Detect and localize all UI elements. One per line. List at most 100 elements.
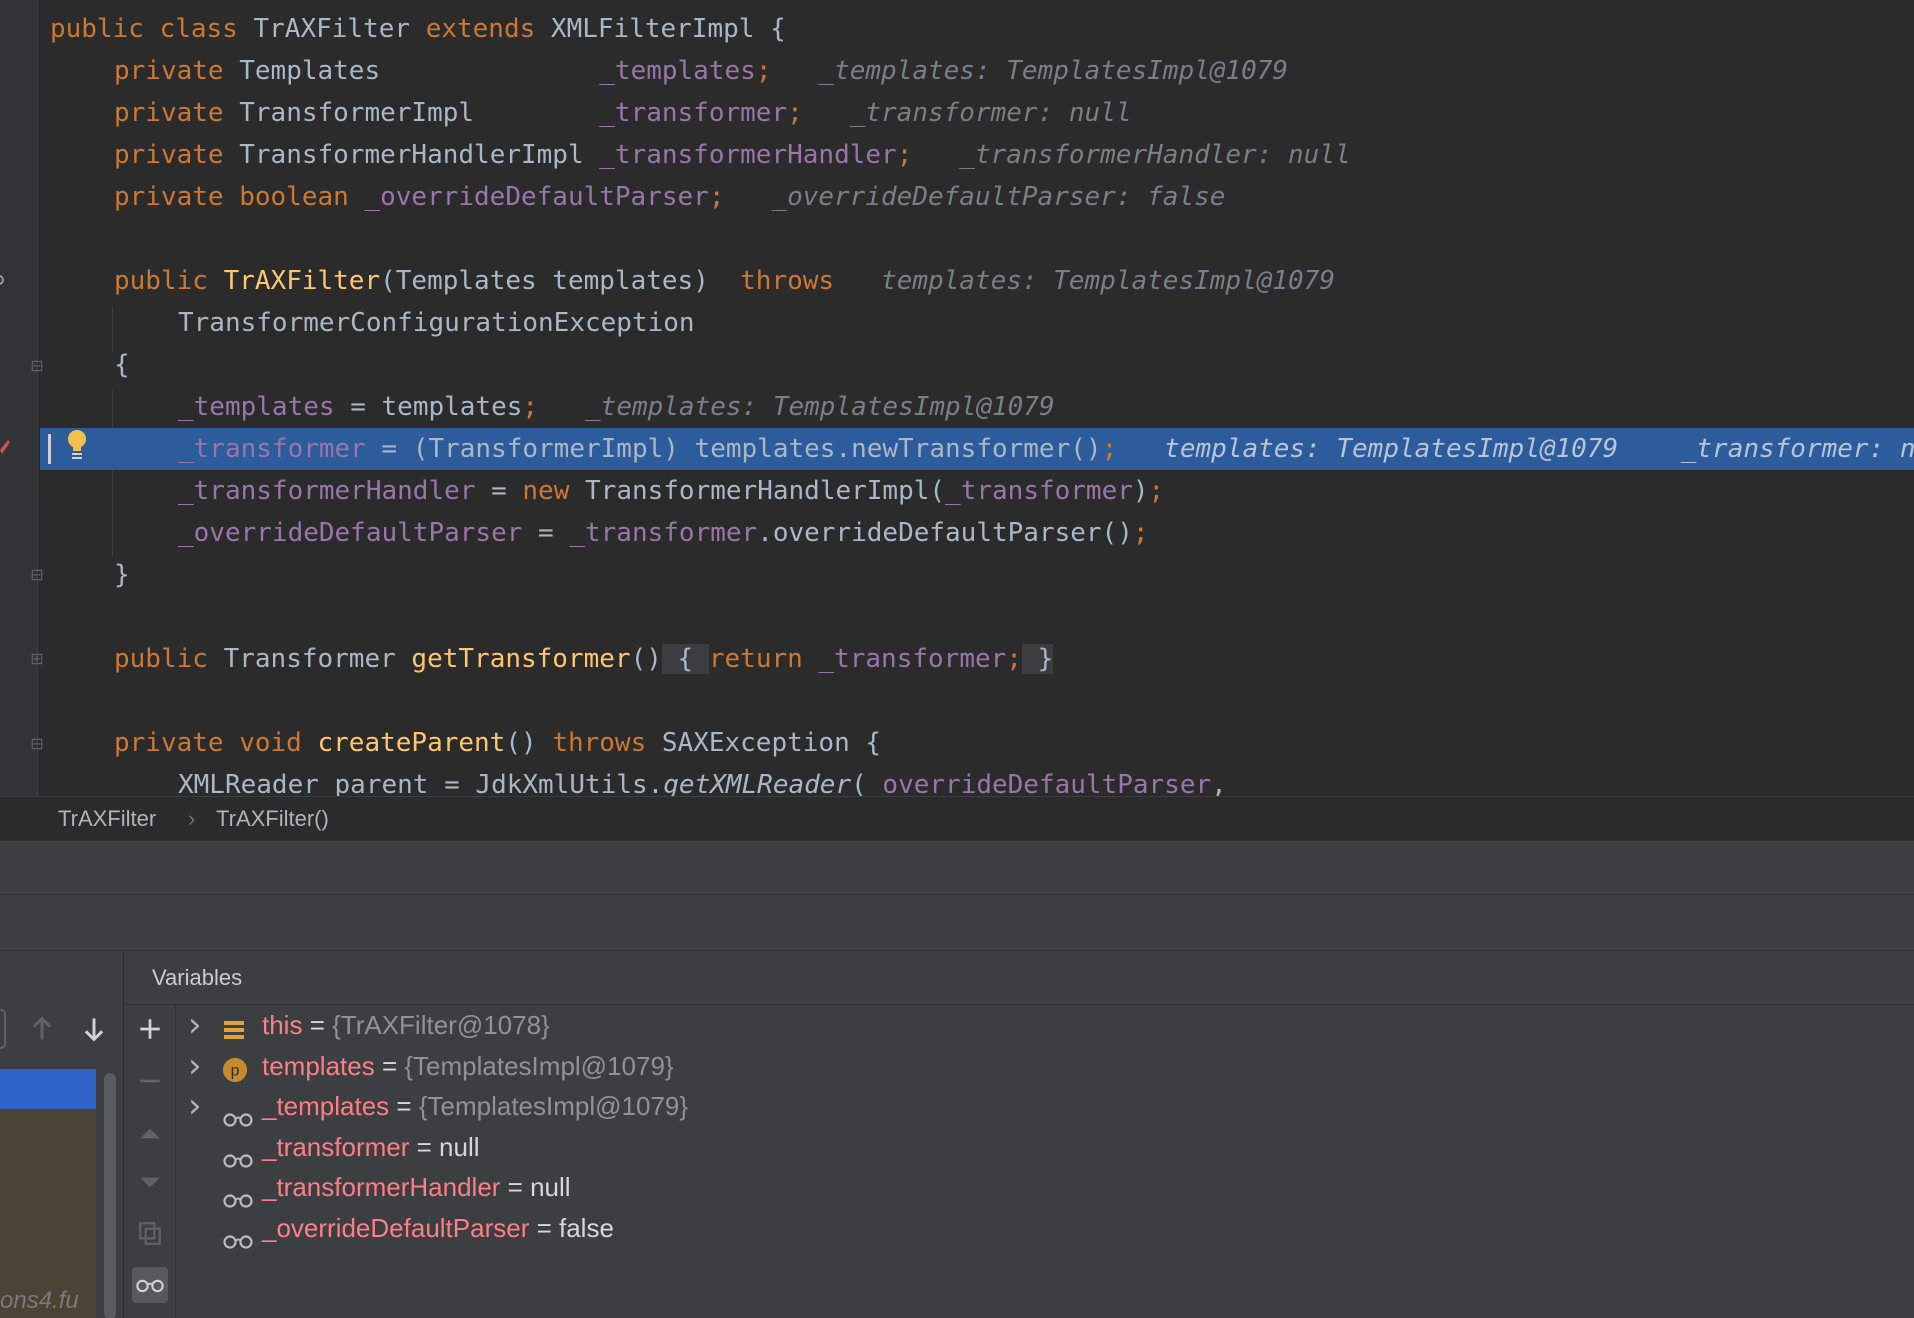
code-line[interactable]: public Transformer getTransformer() { re… (0, 638, 1914, 680)
code-token: ; (1132, 518, 1149, 548)
code-token: XMLReader parent = JdkXmlUtils. (178, 770, 664, 796)
code-line[interactable]: private TransformerHandlerImpl _transfor… (0, 134, 1914, 176)
variable-text: _transformer = null (262, 1127, 480, 1167)
equals-sign: = (529, 1212, 559, 1243)
code-token: ; (755, 56, 772, 86)
code-line[interactable]: private TransformerImpl _transformer; _t… (0, 92, 1914, 134)
inline-debug-value: _templates: TemplatesImpl@1079 (771, 56, 1289, 86)
code-line[interactable]: public TrAXFilter(Templates templates) t… (0, 260, 1914, 302)
frame-item-label: ons4.fu (0, 1287, 79, 1314)
code-token: ; (1101, 434, 1118, 464)
code-token: private (114, 98, 240, 128)
code-token: ) (1132, 476, 1149, 506)
code-token: = (475, 476, 523, 506)
code-token: SAXException { (661, 728, 882, 758)
code-token: throws (740, 266, 835, 296)
chevron-right-icon[interactable]: › (188, 1086, 208, 1126)
show-watches-toggle[interactable] (132, 1267, 168, 1303)
code-line[interactable]: _templates = templates; _templates: Temp… (0, 386, 1914, 428)
code-token: public class (50, 14, 254, 44)
code-text: private TransformerImpl _transformer; _t… (114, 92, 1132, 134)
code-token: () (630, 644, 662, 674)
glasses-icon (136, 1279, 164, 1293)
watch-glasses-icon (222, 1220, 256, 1249)
equals-sign: = (374, 1050, 405, 1081)
code-token: ; (522, 392, 539, 422)
code-token: _transformer (178, 434, 366, 464)
code-line[interactable]: { (0, 344, 1914, 386)
code-editor[interactable]: ⊟ ⊟ ⊞ ⊟ public class TrAXFilter extends … (0, 0, 1914, 796)
code-token: _transformer (945, 476, 1133, 506)
code-line[interactable]: _overrideDefaultParser = _transformer.ov… (0, 512, 1914, 554)
lightbulb-icon[interactable] (64, 428, 90, 462)
code-line[interactable]: private boolean _overrideDefaultParser; … (0, 176, 1914, 218)
code-line[interactable] (0, 680, 1914, 722)
code-line[interactable]: } (0, 554, 1914, 596)
code-token: private boolean (114, 182, 365, 212)
code-token: _templates (178, 392, 335, 422)
variable-text: _overrideDefaultParser = false (262, 1208, 614, 1248)
variable-name: _overrideDefaultParser (262, 1212, 530, 1243)
debugger-toolbar (0, 894, 1914, 950)
variable-name: this (262, 1010, 303, 1040)
code-line[interactable]: _transformerHandler = new TransformerHan… (0, 470, 1914, 512)
code-text: private TransformerHandlerImpl _transfor… (114, 134, 1351, 176)
add-watch-button[interactable] (132, 1011, 168, 1047)
variable-text: _templates = {TemplatesImpl@1079} (262, 1086, 688, 1126)
code-token: ; (896, 140, 913, 170)
variable-row[interactable]: _transformerHandler = null (176, 1167, 1914, 1208)
code-line[interactable]: private void createParent() throws SAXEx… (0, 722, 1914, 764)
watch-glasses-icon (222, 1139, 256, 1168)
variable-name: _templates (262, 1091, 390, 1121)
code-token: ; (708, 182, 725, 212)
variable-row[interactable]: › this = {TrAXFilter@1078} (176, 1005, 1914, 1045)
equals-sign: = (389, 1091, 419, 1121)
variable-row[interactable]: › p templates = {TemplatesImpl@1079} (176, 1046, 1914, 1086)
chevron-right-icon[interactable]: › (188, 1005, 208, 1045)
text-caret (48, 434, 51, 464)
breadcrumb-item-class[interactable]: TrAXFilter (58, 806, 156, 832)
arrow-down-icon[interactable] (80, 1015, 108, 1043)
breakpoint-icon[interactable] (0, 436, 10, 458)
move-up-button[interactable] (132, 1115, 168, 1151)
variable-value: {TrAXFilter@1078} (332, 1010, 550, 1040)
code-token: = templates (334, 392, 523, 422)
variable-value: {TemplatesImpl@1079} (404, 1050, 674, 1081)
frames-navigation (0, 1001, 124, 1053)
code-line[interactable]: public class TrAXFilter extends XMLFilte… (0, 8, 1914, 50)
move-down-button[interactable] (132, 1165, 168, 1201)
inline-debug-value: _templates: TemplatesImpl@1079 (538, 392, 1055, 422)
variable-row[interactable]: › _templates = {TemplatesImpl@1079} (176, 1086, 1914, 1127)
variables-tree[interactable]: › this = {TrAXFilter@1078} › p templates = {… (176, 1005, 1914, 1318)
code-token: ; (1006, 644, 1022, 674)
code-token: _transformerHandler (599, 140, 897, 170)
code-token: private (114, 140, 240, 170)
triangle-up-icon (140, 1128, 160, 1139)
code-text: public Transformer getTransformer() { re… (114, 638, 1054, 680)
code-token: _overrideDefaultParser (178, 518, 523, 548)
code-line[interactable]: private Templates _templates; _templates… (0, 50, 1914, 92)
frame-item-selected[interactable] (0, 1069, 96, 1109)
variable-row[interactable]: _overrideDefaultParser = false (176, 1208, 1914, 1249)
minus-icon (140, 1079, 160, 1083)
code-line-current[interactable]: _transformer = (TransformerImpl) templat… (40, 428, 1914, 470)
code-line[interactable] (0, 218, 1914, 260)
code-line[interactable] (0, 596, 1914, 638)
code-token: return (708, 644, 819, 674)
code-token: ; (787, 98, 803, 128)
copy-button[interactable] (132, 1215, 168, 1251)
code-text: { (114, 344, 130, 386)
code-token: .overrideDefaultParser() (757, 518, 1133, 548)
frames-list[interactable]: ons4.fu (0, 1069, 96, 1318)
frames-scrollbar[interactable] (104, 1073, 116, 1318)
code-text: _templates = templates; _templates: Temp… (178, 386, 1055, 428)
code-line[interactable]: XMLReader parent = JdkXmlUtils.getXMLRea… (0, 764, 1914, 796)
code-line[interactable]: TransformerConfigurationException (0, 302, 1914, 344)
remove-watch-button[interactable] (132, 1063, 168, 1099)
arrow-up-icon[interactable] (28, 1015, 56, 1043)
thread-selector[interactable] (0, 1009, 6, 1049)
chevron-right-icon[interactable]: › (188, 1046, 208, 1086)
breadcrumb-item-method[interactable]: TrAXFilter() (216, 806, 329, 832)
inline-debug-value: _transformer: null (802, 98, 1132, 128)
variable-row[interactable]: _transformer = null (176, 1127, 1914, 1168)
